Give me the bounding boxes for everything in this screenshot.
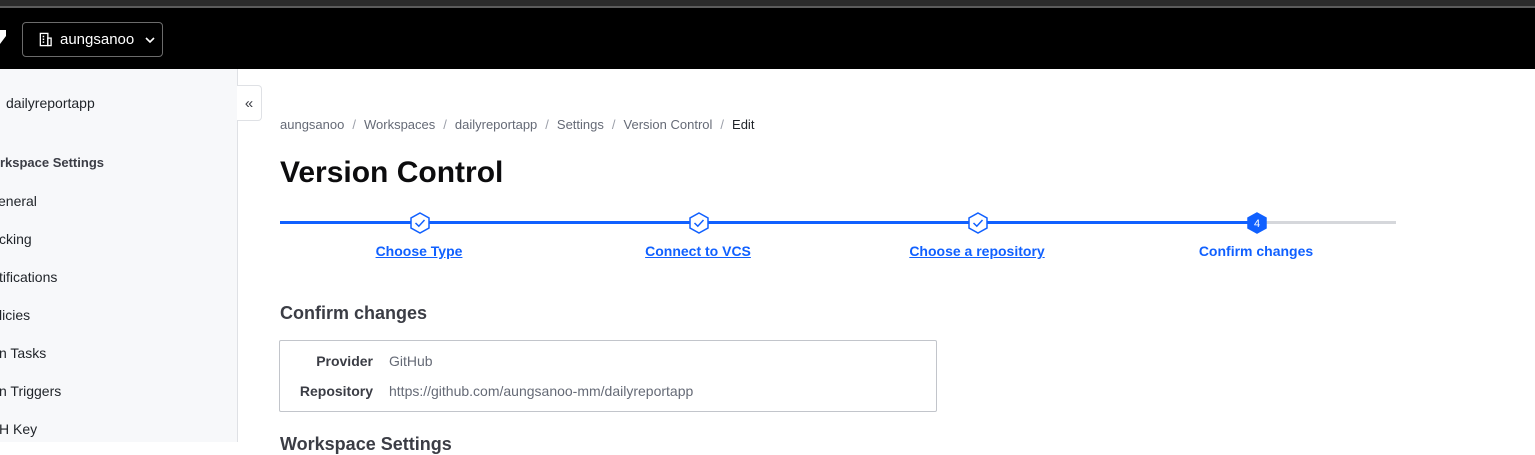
sidebar-collapse-button[interactable]: « xyxy=(237,85,262,121)
chevron-down-icon xyxy=(145,36,155,43)
sidebar-item-ssh-key[interactable]: H Key xyxy=(0,421,37,437)
confirm-summary-box: Provider GitHub Repository https://githu… xyxy=(279,340,937,412)
sidebar-workspace-name[interactable]: dailyreportapp xyxy=(6,95,95,111)
sidebar-item-policies[interactable]: licies xyxy=(0,307,30,323)
step-choose-repository-link[interactable]: Choose a repository xyxy=(909,243,1044,259)
organization-name: aungsanoo xyxy=(60,31,135,48)
breadcrumb-workspaces[interactable]: Workspaces xyxy=(364,117,435,132)
provider-label: Provider xyxy=(316,353,373,369)
confirm-changes-heading: Confirm changes xyxy=(280,303,428,323)
sidebar-section-title: orkspace Settings xyxy=(0,155,104,170)
organization-switcher-button[interactable]: aungsanoo xyxy=(22,22,163,57)
repository-label: Repository xyxy=(299,383,373,399)
breadcrumb: aungsanoo / Workspaces / dailyreportapp … xyxy=(280,117,755,132)
step-choose-type-link[interactable]: Choose Type xyxy=(376,243,463,259)
sidebar-item-notifications[interactable]: tifications xyxy=(0,269,57,285)
step-confirm-changes-label: Confirm changes xyxy=(1198,243,1314,259)
breadcrumb-settings[interactable]: Settings xyxy=(557,117,604,132)
building-icon xyxy=(39,32,52,47)
sidebar-item-general[interactable]: eneral xyxy=(0,193,37,209)
breadcrumb-workspace[interactable]: dailyreportapp xyxy=(455,117,537,132)
sidebar-item-locking[interactable]: cking xyxy=(0,231,32,247)
top-navigation-bar: aungsanoo xyxy=(0,8,1535,69)
breadcrumb-current: Edit xyxy=(732,117,755,132)
double-chevron-left-icon: « xyxy=(244,94,254,112)
step-current-indicator: 4 xyxy=(1247,212,1267,234)
page-title: Version Control xyxy=(280,156,504,189)
step-complete-check-icon xyxy=(410,212,430,234)
step-number: 4 xyxy=(1254,218,1260,230)
sidebar-item-run-tasks[interactable]: n Tasks xyxy=(0,345,46,361)
sidebar-item-run-triggers[interactable]: n Triggers xyxy=(0,383,61,399)
workspace-sidebar: dailyreportapp orkspace Settings eneral … xyxy=(0,69,238,442)
step-complete-check-icon xyxy=(689,212,709,234)
logo-icon[interactable] xyxy=(0,30,6,44)
provider-value: GitHub xyxy=(389,353,433,369)
breadcrumb-org[interactable]: aungsanoo xyxy=(280,117,344,132)
step-connect-vcs-link[interactable]: Connect to VCS xyxy=(645,243,751,259)
repository-value: https://github.com/aungsanoo-mm/dailyrep… xyxy=(389,383,694,399)
step-complete-check-icon xyxy=(968,212,988,234)
breadcrumb-version-control[interactable]: Version Control xyxy=(624,117,713,132)
workspace-settings-heading: Workspace Settings xyxy=(280,434,452,454)
